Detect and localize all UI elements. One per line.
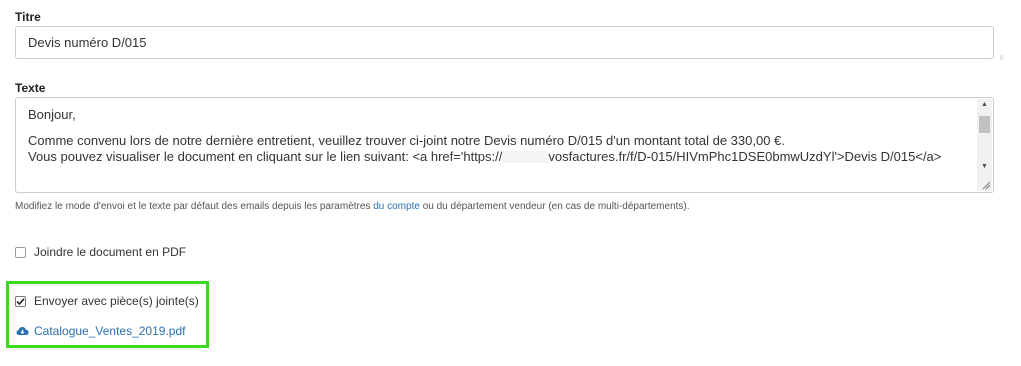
redacted-block [502, 151, 549, 163]
titre-input[interactable]: Devis numéro D/015 [15, 26, 994, 59]
pdf-checkbox-label[interactable]: Joindre le document en PDF [34, 245, 186, 259]
texte-line-link-start: Vous pouvez visualiser le document en cl… [28, 149, 503, 164]
scroll-down-arrow-icon[interactable]: ▼ [977, 161, 992, 173]
attachments-checkbox-label[interactable]: Envoyer avec pièce(s) jointe(s) [34, 294, 199, 308]
scroll-thumb[interactable] [979, 116, 990, 133]
texte-line-link-end: vosfactures.fr/f/D-015/HIVmPhc1DSE0bmwUz… [548, 149, 942, 164]
textarea-scrollbar[interactable]: ▲ ▼ [977, 99, 992, 191]
attachment-link[interactable]: Catalogue_Ventes_2019.pdf [16, 324, 185, 338]
help-text: Modifiez le mode d'envoi et le texte par… [15, 201, 690, 212]
attachments-option[interactable]: Envoyer avec pièce(s) jointe(s) [15, 294, 199, 308]
pdf-checkbox[interactable] [15, 246, 26, 258]
help-text-after: ou du département vendeur (en cas de mul… [422, 201, 690, 212]
attachment-filename[interactable]: Catalogue_Ventes_2019.pdf [34, 324, 185, 338]
cloud-download-icon [16, 327, 29, 335]
pdf-option[interactable]: Joindre le document en PDF [15, 245, 186, 259]
texte-line-link: Vous pouvez visualiser le document en cl… [28, 149, 963, 165]
help-text-before: Modifiez le mode d'envoi et le texte par… [15, 201, 371, 212]
texte-line-body: Comme convenu lors de notre dernière ent… [28, 133, 785, 148]
checkmark-icon [16, 297, 25, 305]
texte-label: Texte [15, 81, 46, 95]
titre-label: Titre [15, 10, 41, 24]
scroll-up-arrow-icon[interactable]: ▲ [977, 99, 992, 111]
texte-line-greeting: Bonjour, [28, 107, 76, 122]
attachments-checkbox[interactable] [15, 295, 26, 307]
texte-textarea[interactable]: Bonjour, Comme convenu lors de notre der… [15, 97, 994, 193]
divider-mark [1000, 55, 1003, 60]
resize-grip-icon[interactable] [982, 181, 991, 190]
account-settings-link[interactable]: du compte [373, 201, 420, 212]
